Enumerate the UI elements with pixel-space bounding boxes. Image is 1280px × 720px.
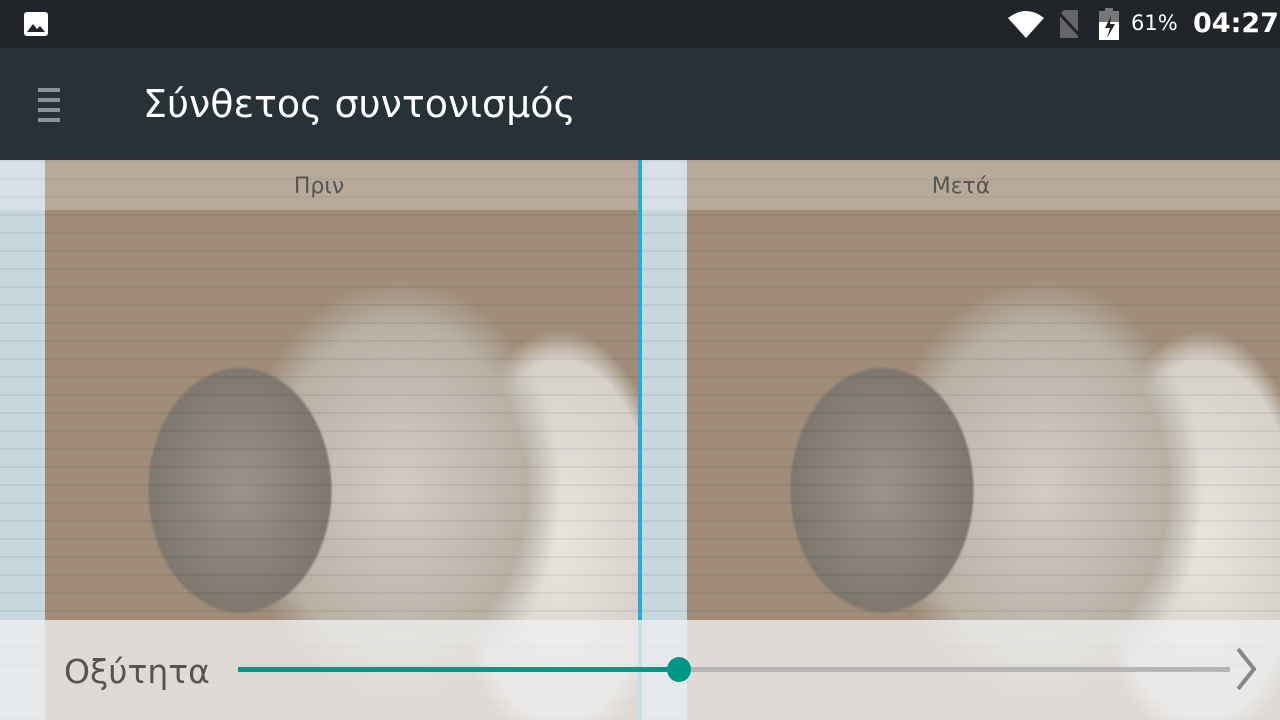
- clock: 04:27: [1193, 8, 1279, 39]
- page-title: Σύνθετος συντονισμός: [143, 82, 576, 126]
- battery-charging-icon: [1099, 8, 1119, 40]
- slider-fill: [238, 667, 680, 672]
- adjustment-label: Οξύτητα: [64, 652, 210, 691]
- status-bar: 61% 04:27: [0, 0, 1280, 48]
- adjustment-panel: Οξύτητα: [0, 620, 1280, 720]
- sharpness-slider[interactable]: [238, 657, 1230, 682]
- slider-thumb[interactable]: [667, 657, 692, 682]
- image-icon: [24, 12, 48, 36]
- chevron-right-icon[interactable]: [1232, 646, 1262, 692]
- battery-percent: 61%: [1131, 11, 1178, 35]
- menu-icon[interactable]: [38, 88, 60, 122]
- app-bar: Σύνθετος συντονισμός: [0, 48, 1280, 160]
- after-label: Μετά: [642, 160, 1280, 210]
- wifi-icon: [1008, 11, 1044, 38]
- no-sim-icon: [1058, 10, 1082, 38]
- before-label: Πριν: [0, 160, 638, 210]
